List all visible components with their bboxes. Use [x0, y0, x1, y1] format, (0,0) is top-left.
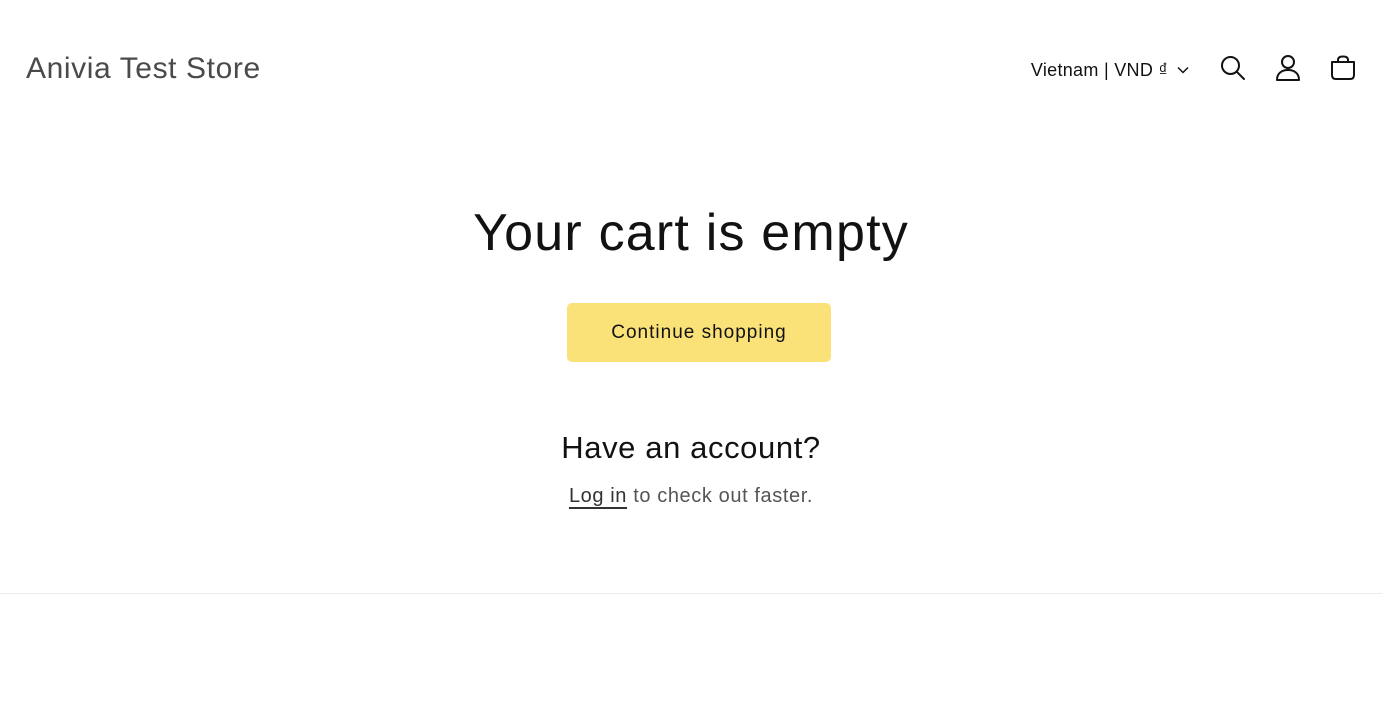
- account-heading: Have an account?: [561, 430, 821, 465]
- chevron-down-icon: [1177, 66, 1189, 74]
- header-actions: Vietnam | VND ₫: [1031, 47, 1366, 93]
- search-button[interactable]: [1210, 47, 1256, 93]
- footer-divider: [0, 593, 1382, 594]
- cart-button[interactable]: [1320, 47, 1366, 93]
- continue-shopping-button[interactable]: Continue shopping: [567, 303, 831, 362]
- login-link[interactable]: Log in: [569, 485, 627, 507]
- login-prompt-suffix: to check out faster.: [627, 485, 814, 507]
- site-header: Anivia Test Store Vietnam | VND ₫: [0, 0, 1382, 140]
- cart-empty-title: Your cart is empty: [473, 204, 909, 262]
- account-icon: [1275, 54, 1301, 87]
- login-prompt: Log in to check out faster.: [0, 485, 1382, 508]
- account-button[interactable]: [1265, 47, 1311, 93]
- country-currency-selector[interactable]: Vietnam | VND ₫: [1031, 60, 1189, 81]
- search-icon: [1220, 55, 1246, 86]
- cart-icon: [1330, 54, 1356, 86]
- store-name-link[interactable]: Anivia Test Store: [26, 52, 261, 86]
- country-currency-label: Vietnam | VND ₫: [1030, 59, 1168, 80]
